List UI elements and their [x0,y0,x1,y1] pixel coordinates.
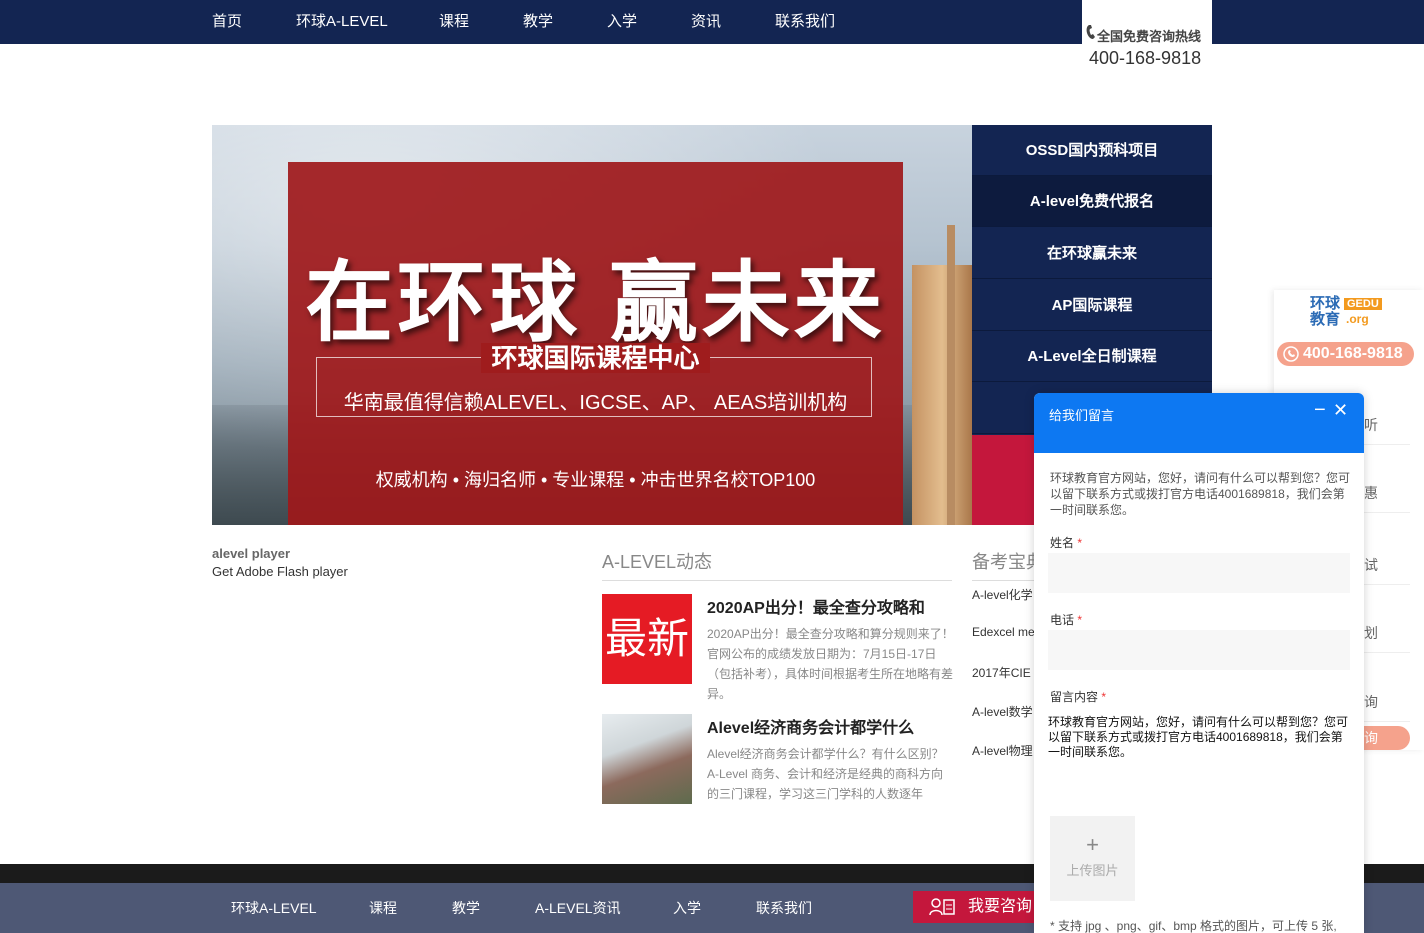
consult-icon [929,898,955,916]
float-phone-button[interactable]: 400-168-9818 [1277,342,1414,366]
gedu-logo-text: 环球 教育 [1310,295,1341,328]
hotline-box: 全国免费咨询热线 400-168-9818 [1082,0,1212,78]
hero-banner[interactable]: 在环球 赢未来 环球国际课程中心 华南最值得信赖ALEVEL、IGCSE、AP、… [212,125,972,525]
banner-tagline: 华南最值得信赖ALEVEL、IGCSE、AP、 AEAS培训机构 [343,392,848,414]
close-icon[interactable]: ✕ [1333,400,1348,421]
side-menu-item-ap[interactable]: AP国际课程 [972,280,1212,331]
news-item[interactable]: Alevel经济商务会计都学什么 Alevel经济商务会计都学什么？有什么区别？… [602,714,954,814]
message-widget: 给我们留言 − ✕ 环球教育官方网站，您好，请问有什么可以帮到您？您可以留下联系… [1034,393,1364,933]
name-field[interactable] [1048,553,1350,593]
nav-item-home[interactable]: 首页 [212,0,242,44]
float-item[interactable]: 听 [1364,415,1410,445]
prep-list-item[interactable]: A-level化学 [972,586,1033,603]
consult-button-label: 我要咨询 [968,898,1033,915]
side-menu-item-alevel-register[interactable]: A-level免费代报名 [972,176,1212,227]
news-thumbnail[interactable]: 最新 [602,594,692,684]
nav-item-courses[interactable]: 课程 [439,0,469,44]
footer-item-courses[interactable]: 课程 [369,883,397,933]
upload-image-label: 上传图片 [1066,863,1119,878]
news-title[interactable]: 2020AP出分！最全查分攻略和 [707,594,925,618]
upload-note: * 支持 jpg 、png、gif、bmp 格式的图片，可上传 5 张, [1050,919,1337,933]
news-title[interactable]: Alevel经济商务会计都学什么 [707,714,914,738]
minimize-icon[interactable]: − [1314,399,1326,422]
side-menu-item-future[interactable]: 在环球赢未来 [972,228,1212,279]
message-widget-title: 给我们留言 [1049,408,1115,423]
footer-item-teaching[interactable]: 教学 [452,883,480,933]
phone-icon [1086,25,1095,39]
phone-field[interactable] [1048,630,1350,670]
nav-item-admission[interactable]: 入学 [607,0,637,44]
flash-link[interactable]: Get Adobe Flash player [212,564,348,579]
news-desc: 2020AP出分！最全查分攻略和算分规则来了！官网公布的成绩发放日期为：7月15… [707,627,954,701]
upload-image-button[interactable]: + 上传图片 [1050,816,1135,901]
message-label: 留言内容 * [1050,690,1107,704]
nav-item-news[interactable]: 资讯 [691,0,721,44]
news-section-title: A-LEVEL动态 [602,548,952,581]
float-item[interactable]: 惠 [1364,483,1410,513]
news-desc: Alevel经济商务会计都学什么？有什么区别？A-Level 商务、会计和经济是… [707,747,944,801]
plus-icon: + [1086,832,1099,857]
banner-slogan: 权威机构 • 海归名师 • 专业课程 • 冲击世界名校TOP100 [375,470,816,490]
footer-item-contact[interactable]: 联系我们 [756,883,812,933]
banner-subtitle: 环球国际课程中心 [481,343,710,373]
prep-section-title: 备考宝典 [972,548,1042,581]
news-thumbnail[interactable] [602,714,692,804]
footer-item-alevel[interactable]: 环球A-LEVEL [231,883,317,933]
news-item[interactable]: 最新 2020AP出分！最全查分攻略和 2020AP出分！最全查分攻略和算分规则… [602,594,954,704]
nav-item-alevel[interactable]: 环球A-LEVEL [296,0,388,44]
name-label: 姓名 * [1050,536,1083,550]
float-item[interactable]: 询 [1364,692,1410,722]
footer-item-news[interactable]: A-LEVEL资讯 [535,883,621,933]
consult-button[interactable]: 我要咨询 [913,891,1038,923]
float-item[interactable]: 划 [1364,623,1410,653]
footer-item-admission[interactable]: 入学 [673,883,701,933]
banner-red-panel: 在环球 赢未来 环球国际课程中心 华南最值得信赖ALEVEL、IGCSE、AP、… [288,162,903,525]
flash-title: alevel player [212,546,291,561]
hotline-label: 全国免费咨询热线 [1097,29,1202,44]
side-menu-item-ossd[interactable]: OSSD国内预科项目 [972,125,1212,176]
prep-list-item[interactable]: A-level物理 [972,742,1033,759]
message-widget-header: 给我们留言 − ✕ [1034,393,1364,453]
phone-label: 电话 * [1050,613,1083,627]
nav-item-contact[interactable]: 联系我们 [775,0,835,44]
flash-player: alevel player Get Adobe Flash player [212,546,348,579]
float-consult-pill[interactable]: 询 [1364,726,1410,750]
float-item[interactable]: 试 [1364,555,1410,585]
prep-list-item[interactable]: 2017年CIE [972,664,1031,681]
prep-list-item[interactable]: Edexcel me [972,625,1035,639]
gedu-logo-badge: GEDU [1344,298,1382,310]
phone-icon [1283,346,1299,362]
prep-list-item[interactable]: A-level数学 [972,703,1033,720]
message-textarea[interactable]: 环球教育官方网站，您好，请问有什么可以帮到您？您可以留下联系方式或拨打官方电话4… [1048,715,1350,801]
gedu-logo-domain: .org [1346,312,1369,326]
side-menu-item-fulltime[interactable]: A-Level全日制课程 [972,331,1212,382]
nav-item-teaching[interactable]: 教学 [523,0,553,44]
hotline-number: 400-168-9818 [1089,48,1202,68]
message-widget-intro: 环球教育官方网站，您好，请问有什么可以帮到您？您可以留下联系方式或拨打官方电话4… [1050,471,1351,517]
